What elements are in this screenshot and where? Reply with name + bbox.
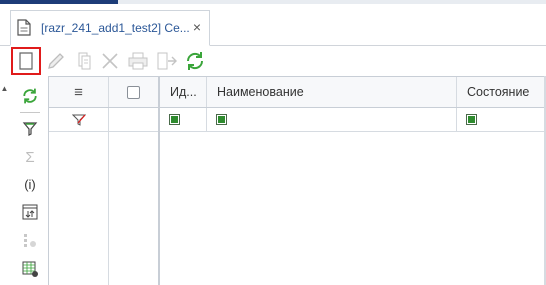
- table-settings-button[interactable]: [19, 258, 41, 280]
- copy-icon: [78, 52, 91, 70]
- copy-button[interactable]: [72, 49, 96, 73]
- menu-icon: ≡: [74, 83, 83, 101]
- filter-cell-name[interactable]: [207, 108, 457, 131]
- column-header-label: Состояние: [467, 85, 530, 99]
- tree-view-button[interactable]: [19, 229, 41, 251]
- column-header-label: Наименование: [217, 85, 304, 99]
- print-button[interactable]: [126, 49, 150, 73]
- refresh-icon: [186, 52, 204, 70]
- clear-filter-button[interactable]: [49, 108, 109, 131]
- column-header-name[interactable]: Наименование: [207, 77, 457, 107]
- column-divider: [108, 108, 109, 285]
- filter-cell-select: [109, 108, 159, 131]
- filter-checkbox[interactable]: [169, 114, 180, 125]
- edit-pencil-icon: [48, 53, 64, 69]
- select-all-cell: [109, 77, 159, 107]
- document-icon: [17, 19, 33, 37]
- filter-checkbox[interactable]: [216, 114, 227, 125]
- info-icon: (i): [24, 176, 36, 192]
- tree-icon: [24, 234, 36, 247]
- filter-button[interactable]: [19, 118, 41, 140]
- clear-filter-icon: [71, 114, 86, 126]
- info-button[interactable]: (i): [19, 173, 41, 195]
- column-menu-button[interactable]: ≡: [49, 77, 109, 107]
- delete-button[interactable]: [98, 49, 122, 73]
- tab-title: [razr_241_add1_test2] Се...: [41, 21, 189, 35]
- filter-row: [49, 108, 546, 132]
- data-grid: ≡ Ид... Наименование Состояние: [48, 76, 546, 285]
- new-document-icon: [19, 52, 33, 70]
- grid-header: ≡ Ид... Наименование Состояние: [49, 76, 546, 108]
- refresh-icon: [23, 88, 37, 104]
- filter-cell-state[interactable]: [457, 108, 546, 131]
- sort-icon: [22, 204, 38, 220]
- column-header-id[interactable]: Ид...: [160, 77, 207, 107]
- export-button[interactable]: [154, 49, 178, 73]
- refresh-button[interactable]: [183, 49, 207, 73]
- column-header-state[interactable]: Состояние: [457, 77, 546, 107]
- filter-checkbox[interactable]: [466, 114, 477, 125]
- select-all-checkbox[interactable]: [127, 85, 140, 99]
- collapse-arrow-icon[interactable]: ▲: [0, 84, 9, 94]
- export-icon: [157, 52, 177, 70]
- frozen-columns-divider[interactable]: [158, 76, 160, 285]
- edit-button[interactable]: [44, 49, 68, 73]
- column-header-label: Ид...: [170, 85, 197, 99]
- table-settings-icon: [22, 261, 38, 277]
- side-toolbar: ▲ Σ (i): [0, 76, 48, 285]
- side-refresh-button[interactable]: [19, 85, 41, 107]
- sum-icon: Σ: [25, 148, 35, 166]
- sort-button[interactable]: [19, 201, 41, 223]
- filter-cell-id[interactable]: [160, 108, 207, 131]
- tab-bar: [razr_241_add1_test2] Се... ×: [0, 4, 546, 46]
- sidebar-divider: [20, 112, 40, 113]
- document-tab[interactable]: [razr_241_add1_test2] Се... ×: [10, 10, 210, 46]
- filter-funnel-icon: [22, 122, 38, 136]
- print-icon: [128, 52, 148, 70]
- close-tab-icon[interactable]: ×: [190, 20, 204, 34]
- new-record-button[interactable]: [11, 47, 41, 75]
- delete-x-icon: [102, 53, 118, 69]
- toolbar: [0, 46, 546, 76]
- sum-button[interactable]: Σ: [19, 146, 41, 168]
